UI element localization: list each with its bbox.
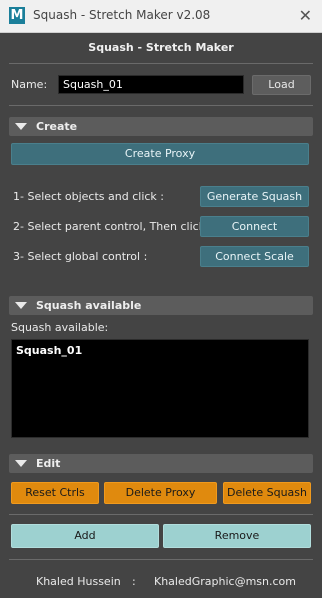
maya-logo-icon: M <box>9 7 25 24</box>
divider <box>9 559 313 560</box>
create-proxy-button[interactable]: Create Proxy <box>11 143 309 165</box>
step3-label: 3- Select global control : <box>13 250 148 263</box>
app-title: Squash - Stretch Maker <box>88 41 234 54</box>
connect-button[interactable]: Connect <box>200 216 309 237</box>
collapse-triangle-icon <box>15 460 27 467</box>
delete-proxy-button[interactable]: Delete Proxy <box>104 482 217 504</box>
generate-squash-button[interactable]: Generate Squash <box>200 186 309 207</box>
connect-scale-button[interactable]: Connect Scale <box>200 246 309 267</box>
create-section-title: Create <box>36 120 78 133</box>
step1-label: 1- Select objects and click : <box>13 190 164 203</box>
squash-available-section-header[interactable]: Squash available <box>9 296 313 315</box>
footer-separator: : <box>132 575 136 588</box>
author-email: KhaledGraphic@msn.com <box>154 575 296 588</box>
name-label: Name: <box>11 78 48 91</box>
edit-section-header[interactable]: Edit <box>9 454 313 473</box>
list-item[interactable]: Squash_01 <box>16 344 82 357</box>
delete-squash-button[interactable]: Delete Squash <box>223 482 311 504</box>
divider <box>9 514 313 515</box>
divider <box>9 63 313 64</box>
add-button[interactable]: Add <box>11 524 159 548</box>
create-section-header[interactable]: Create <box>9 117 313 136</box>
reset-ctrls-button[interactable]: Reset Ctrls <box>11 482 99 504</box>
squash-available-label: Squash available: <box>11 321 109 334</box>
window-titlebar: M Squash - Stretch Maker v2.08 ✕ <box>0 0 322 33</box>
squash-available-section-title: Squash available <box>36 299 142 312</box>
remove-button[interactable]: Remove <box>163 524 311 548</box>
collapse-triangle-icon <box>15 123 27 130</box>
author-name: Khaled Hussein <box>36 575 121 588</box>
window-title: Squash - Stretch Maker v2.08 <box>33 8 211 22</box>
divider <box>9 105 313 106</box>
step2-label: 2- Select parent control, Then click : <box>13 220 213 233</box>
edit-section-title: Edit <box>36 457 61 470</box>
collapse-triangle-icon <box>15 302 27 309</box>
squash-list[interactable]: Squash_01 <box>11 339 309 438</box>
load-button[interactable]: Load <box>252 75 311 95</box>
close-icon[interactable]: ✕ <box>299 6 312 25</box>
name-field[interactable] <box>58 75 244 94</box>
